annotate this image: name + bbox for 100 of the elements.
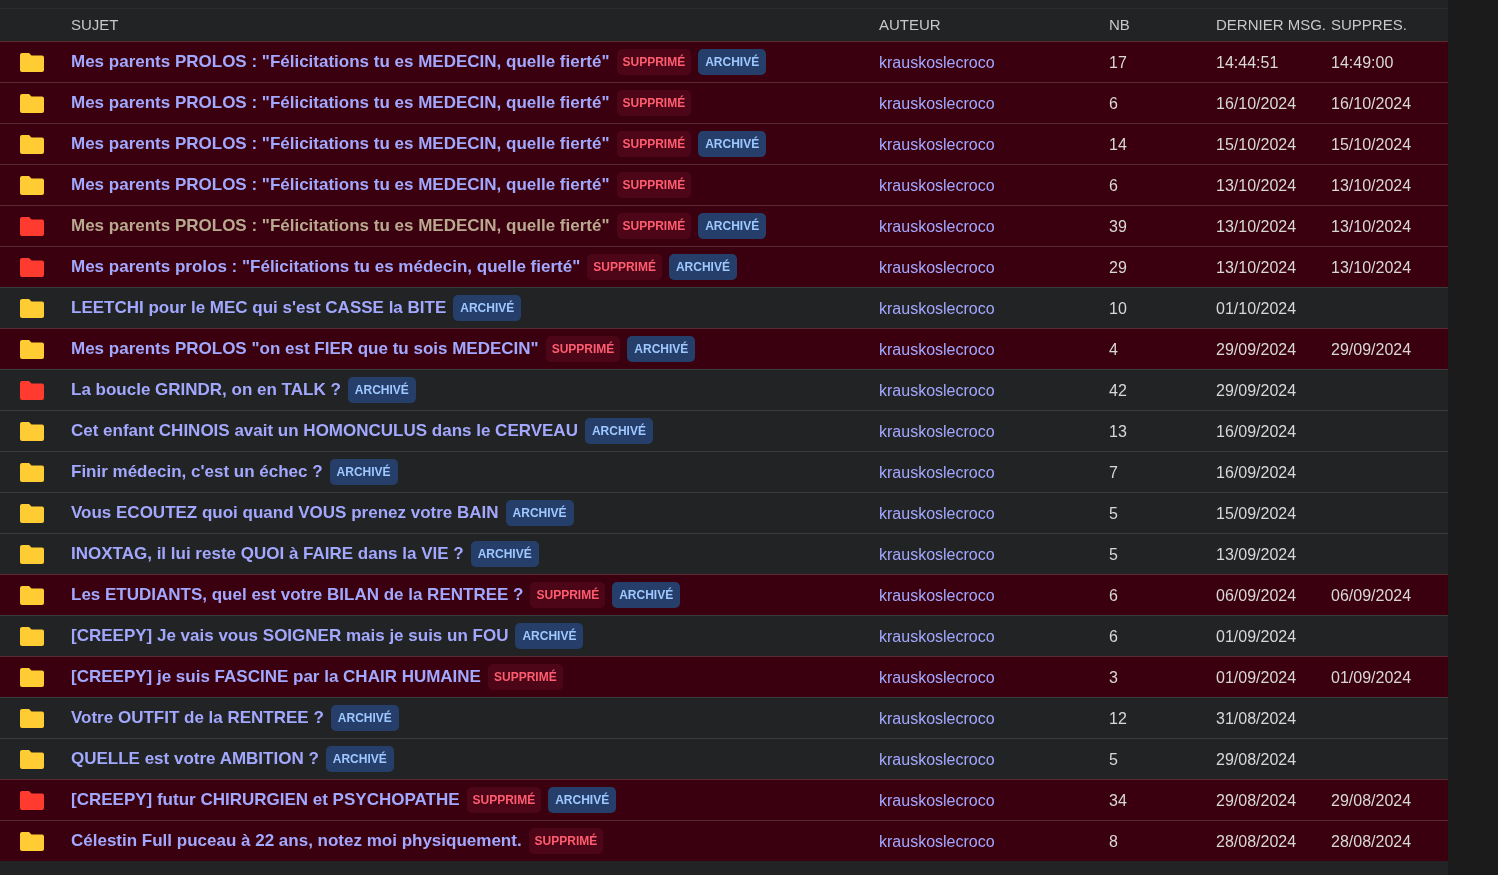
last-message-date: 29/08/2024 — [1216, 792, 1297, 809]
author-link[interactable]: krauskoslecroco — [879, 218, 995, 235]
archived-badge: ARCHIVÉ — [698, 213, 767, 239]
topic-title-link[interactable]: Mes parents PROLOS "on est FIER que tu sois MEDECIN" — [71, 336, 539, 362]
reply-count: 6 — [1109, 587, 1118, 604]
reply-count: 34 — [1109, 792, 1127, 809]
reply-count: 7 — [1109, 464, 1118, 481]
author-link[interactable]: krauskoslecroco — [879, 792, 995, 809]
topic-title-link[interactable]: [CREEPY] futur CHIRURGIEN et PSYCHOPATHE — [71, 787, 460, 813]
last-message-date: 01/10/2024 — [1216, 300, 1297, 317]
deleted-badge: SUPPRIMÉ — [616, 131, 692, 157]
topic-title-link[interactable]: Vous ECOUTEZ quoi quand VOUS prenez votre BAIN — [71, 500, 499, 526]
deleted-badge: SUPPRIMÉ — [616, 90, 692, 116]
last-message-date: 15/10/2024 — [1216, 136, 1297, 153]
author-link[interactable]: krauskoslecroco — [879, 300, 995, 317]
last-message-date: 16/10/2024 — [1216, 95, 1297, 112]
archived-badge: ARCHIVÉ — [584, 418, 653, 444]
archived-badge: ARCHIVÉ — [453, 295, 522, 321]
last-message-date: 29/08/2024 — [1216, 751, 1297, 768]
author-link[interactable]: krauskoslecroco — [879, 54, 995, 71]
author-header: AUTEUR — [879, 15, 941, 33]
reply-count: 39 — [1109, 218, 1127, 235]
topic-title-link[interactable]: [CREEPY] je suis FASCINE par la CHAIR HUMAINE — [71, 664, 481, 690]
author-link[interactable]: krauskoslecroco — [879, 423, 995, 440]
topic-title-link[interactable]: [CREEPY] Je vais vous SOIGNER mais je suis un FOU — [71, 623, 509, 649]
author-link[interactable]: krauskoslecroco — [879, 95, 995, 112]
archived-badge: ARCHIVÉ — [470, 541, 539, 567]
topic-title-link[interactable]: Mes parents PROLOS : "Félicitations tu es MEDECIN, quelle fierté" — [71, 90, 610, 116]
last-message-date: 14:44:51 — [1216, 54, 1279, 71]
archived-badge: ARCHIVÉ — [515, 623, 584, 649]
deleted-badge: SUPPRIMÉ — [545, 336, 621, 362]
last-message-date: 28/08/2024 — [1216, 833, 1297, 850]
deletion-date: 01/09/2024 — [1331, 669, 1412, 686]
reply-count: 13 — [1109, 423, 1127, 440]
deletion-date: 13/10/2024 — [1331, 177, 1412, 194]
author-link[interactable]: krauskoslecroco — [879, 464, 995, 481]
topic-title-link[interactable]: Cet enfant CHINOIS avait un HOMONCULUS dans le CERVEAU — [71, 418, 578, 444]
deletion-date: 15/10/2024 — [1331, 136, 1412, 153]
archived-badge: ARCHIVÉ — [505, 500, 574, 526]
author-link[interactable]: krauskoslecroco — [879, 833, 995, 850]
last-message-date: 29/09/2024 — [1216, 341, 1297, 358]
topic-title-link[interactable]: Mes parents PROLOS : "Félicitations tu es MEDECIN, quelle fierté" — [71, 49, 610, 75]
deleted-badge: SUPPRIMÉ — [616, 213, 692, 239]
reply-count: 12 — [1109, 710, 1127, 727]
author-link[interactable]: krauskoslecroco — [879, 177, 995, 194]
reply-count: 29 — [1109, 259, 1127, 276]
topic-title-link[interactable]: Finir médecin, c'est un échec ? — [71, 459, 323, 485]
archived-badge: ARCHIVÉ — [627, 336, 696, 362]
author-link[interactable]: krauskoslecroco — [879, 587, 995, 604]
reply-count: 4 — [1109, 341, 1118, 358]
deletion-date: 16/10/2024 — [1331, 95, 1412, 112]
deletion-date: 29/09/2024 — [1331, 341, 1412, 358]
topic-title-link[interactable]: Célestin Full puceau à 22 ans, notez moi physiquement. — [71, 828, 522, 854]
last-message-date: 01/09/2024 — [1216, 669, 1297, 686]
archived-badge: ARCHIVÉ — [329, 459, 398, 485]
author-link[interactable]: krauskoslecroco — [879, 546, 995, 563]
last-message-date: 01/09/2024 — [1216, 628, 1297, 645]
topic-title-link[interactable]: Votre OUTFIT de la RENTREE ? — [71, 705, 324, 731]
author-link[interactable]: krauskoslecroco — [879, 710, 995, 727]
reply-count: 6 — [1109, 628, 1118, 645]
deletion-date: 06/09/2024 — [1331, 587, 1412, 604]
last-message-date: 16/09/2024 — [1216, 464, 1297, 481]
archived-badge: ARCHIVÉ — [612, 582, 681, 608]
author-link[interactable]: krauskoslecroco — [879, 505, 995, 522]
author-link[interactable]: krauskoslecroco — [879, 382, 995, 399]
last-message-date: 16/09/2024 — [1216, 423, 1297, 440]
archived-badge: ARCHIVÉ — [698, 49, 767, 75]
topic-title-link[interactable]: QUELLE est votre AMBITION ? — [71, 746, 319, 772]
last-message-date: 31/08/2024 — [1216, 710, 1297, 727]
reply-count: 5 — [1109, 505, 1118, 522]
deleted-header: SUPPRES. — [1331, 15, 1407, 33]
last-message-header: DERNIER MSG. — [1216, 15, 1326, 33]
deleted-badge: SUPPRIMÉ — [530, 582, 606, 608]
topic-title-link[interactable]: Mes parents PROLOS : "Félicitations tu es MEDECIN, quelle fierté" — [71, 172, 610, 198]
reply-count: 6 — [1109, 177, 1118, 194]
subject-header: SUJET — [71, 15, 119, 33]
topic-title-link[interactable]: INOXTAG, il lui reste QUOI à FAIRE dans la VIE ? — [71, 541, 464, 567]
author-link[interactable]: krauskoslecroco — [879, 136, 995, 153]
author-link[interactable]: krauskoslecroco — [879, 341, 995, 358]
deletion-date: 29/08/2024 — [1331, 792, 1412, 809]
topic-title-link[interactable]: La boucle GRINDR, on en TALK ? — [71, 377, 341, 403]
author-link[interactable]: krauskoslecroco — [879, 259, 995, 276]
topic-title-link[interactable]: Mes parents PROLOS : "Félicitations tu es MEDECIN, quelle fierté" — [71, 213, 610, 239]
count-header: NB — [1109, 15, 1130, 33]
topic-title-link[interactable]: Mes parents prolos : "Félicitations tu es médecin, quelle fierté" — [71, 254, 581, 280]
last-message-date: 15/09/2024 — [1216, 505, 1297, 522]
reply-count: 5 — [1109, 546, 1118, 563]
topic-title-link[interactable]: Mes parents PROLOS : "Félicitations tu es MEDECIN, quelle fierté" — [71, 131, 610, 157]
topic-title-link[interactable]: LEETCHI pour le MEC qui s'est CASSE la BITE — [71, 295, 447, 321]
deleted-badge: SUPPRIMÉ — [528, 828, 604, 854]
author-link[interactable]: krauskoslecroco — [879, 751, 995, 768]
reply-count: 14 — [1109, 136, 1127, 153]
reply-count: 42 — [1109, 382, 1127, 399]
topic-title-link[interactable]: Les ETUDIANTS, quel est votre BILAN de la RENTREE ? — [71, 582, 524, 608]
author-link[interactable]: krauskoslecroco — [879, 669, 995, 686]
author-link[interactable]: krauskoslecroco — [879, 628, 995, 645]
archived-badge: ARCHIVÉ — [668, 254, 737, 280]
last-message-date: 29/09/2024 — [1216, 382, 1297, 399]
archived-badge: ARCHIVÉ — [330, 705, 399, 731]
deleted-badge: SUPPRIMÉ — [616, 172, 692, 198]
